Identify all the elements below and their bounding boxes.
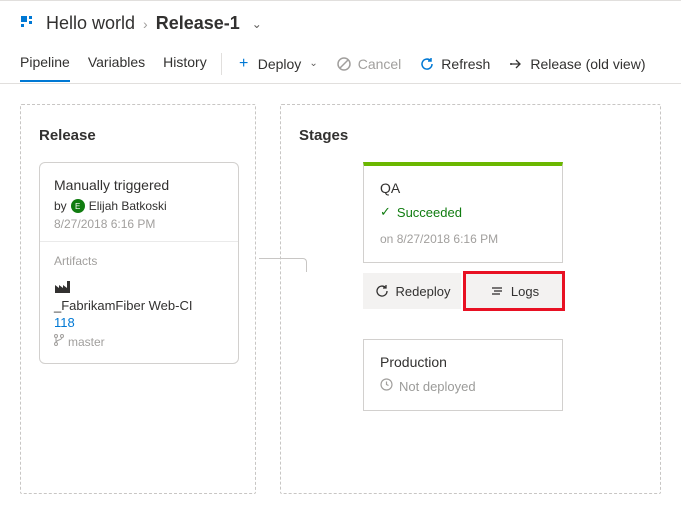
- release-user: Elijah Batkoski: [89, 199, 167, 213]
- deploy-label: Deploy: [258, 56, 302, 72]
- build-icon: [54, 278, 224, 294]
- deploy-button[interactable]: + Deploy ⌄: [236, 56, 318, 72]
- release-trigger: Manually triggered: [54, 177, 224, 193]
- azure-pipelines-icon: [20, 15, 38, 33]
- stages-panel: Stages QA ✓ Succeeded on 8/27/2018 6:16 …: [280, 104, 661, 494]
- plus-icon: +: [236, 56, 252, 72]
- redeploy-label: Redeploy: [396, 284, 451, 299]
- release-datetime: 8/27/2018 6:16 PM: [54, 217, 224, 231]
- artifact-build-id[interactable]: 118: [54, 315, 224, 330]
- stage-qa-status: Succeeded: [397, 205, 462, 220]
- logs-label: Logs: [511, 284, 539, 299]
- clock-icon: [380, 378, 393, 394]
- chevron-right-icon: ›: [143, 16, 148, 32]
- open-icon: [508, 56, 524, 72]
- breadcrumb-release[interactable]: Release-1: [156, 13, 240, 34]
- stage-card-production[interactable]: Production Not deployed: [363, 339, 563, 411]
- breadcrumb-root[interactable]: Hello world: [46, 13, 135, 34]
- stage-prod-status: Not deployed: [399, 379, 476, 394]
- release-panel: Release Manually triggered by E Elijah B…: [20, 104, 256, 494]
- chevron-down-icon: ⌄: [309, 58, 317, 69]
- stages-panel-title: Stages: [299, 127, 642, 144]
- branch-icon: [54, 334, 64, 349]
- stage-qa-time: 8/27/2018 6:16 PM: [397, 232, 498, 246]
- logs-icon: [489, 283, 505, 299]
- refresh-icon: [419, 56, 435, 72]
- tab-variables[interactable]: Variables: [88, 46, 145, 82]
- by-label: by: [54, 199, 67, 213]
- release-panel-title: Release: [39, 127, 237, 144]
- branch-name: master: [68, 335, 105, 349]
- cancel-icon: [336, 56, 352, 72]
- cancel-label: Cancel: [358, 56, 402, 72]
- stage-qa-time-prefix: on: [380, 232, 393, 246]
- tab-history[interactable]: History: [163, 46, 207, 82]
- cancel-button: Cancel: [336, 56, 402, 72]
- refresh-button[interactable]: Refresh: [419, 56, 490, 72]
- redeploy-button[interactable]: Redeploy: [363, 273, 461, 309]
- tab-pipeline[interactable]: Pipeline: [20, 46, 70, 82]
- connector-line: [259, 258, 307, 272]
- artifacts-label: Artifacts: [54, 254, 224, 268]
- logs-button[interactable]: Logs: [465, 273, 563, 309]
- stage-qa-name: QA: [380, 180, 546, 196]
- check-icon: ✓: [380, 204, 391, 220]
- chevron-down-icon[interactable]: ⌄: [252, 17, 262, 31]
- stage-prod-name: Production: [380, 354, 546, 370]
- stage-card-qa[interactable]: QA ✓ Succeeded on 8/27/2018 6:16 PM: [363, 162, 563, 263]
- header: Hello world › Release-1 ⌄: [0, 1, 681, 44]
- artifact-name: _FabrikamFiber Web-CI: [54, 298, 224, 313]
- toolbar: Pipeline Variables History + Deploy ⌄ Ca…: [0, 44, 681, 84]
- release-old-label: Release (old view): [530, 56, 645, 72]
- release-card[interactable]: Manually triggered by E Elijah Batkoski …: [39, 162, 239, 364]
- avatar: E: [71, 199, 85, 213]
- release-old-view-button[interactable]: Release (old view): [508, 56, 645, 72]
- refresh-label: Refresh: [441, 56, 490, 72]
- redeploy-icon: [374, 283, 390, 299]
